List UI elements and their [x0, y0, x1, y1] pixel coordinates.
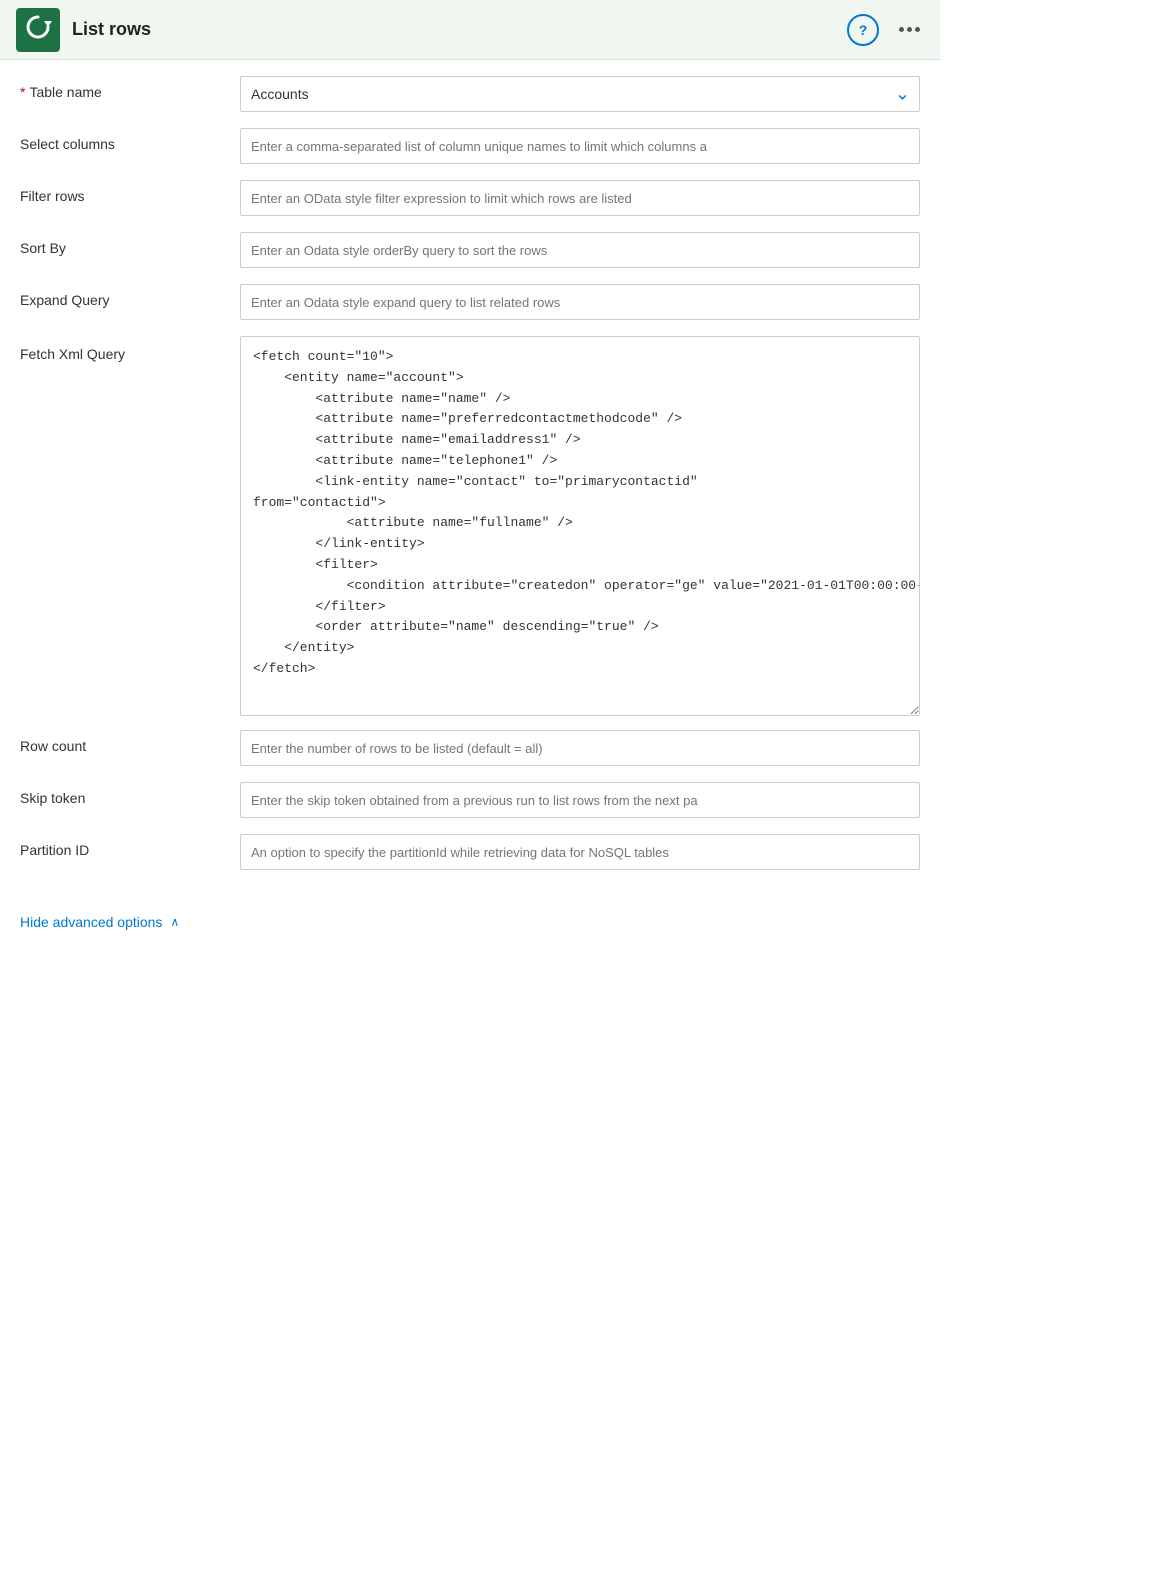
- fetch-xml-textarea[interactable]: <fetch count="10"> <entity name="account…: [240, 336, 920, 716]
- dot3: [915, 27, 920, 32]
- sort-by-row: Sort By: [20, 232, 920, 270]
- dot1: [899, 27, 904, 32]
- header: List rows ?: [0, 0, 940, 60]
- app-logo: [16, 8, 60, 52]
- skip-token-input[interactable]: [240, 782, 920, 818]
- header-right: ?: [847, 14, 924, 46]
- table-name-select-wrapper: Accounts ⌄: [240, 76, 920, 112]
- fetch-xml-row: Fetch Xml Query <fetch count="10"> <enti…: [20, 336, 920, 716]
- partition-id-label: Partition ID: [20, 834, 240, 858]
- table-name-label: *Table name: [20, 76, 240, 100]
- select-columns-label: Select columns: [20, 128, 240, 152]
- row-count-row: Row count: [20, 730, 920, 768]
- logo-icon: [24, 13, 52, 47]
- table-name-select[interactable]: Accounts: [240, 76, 920, 112]
- filter-rows-input[interactable]: [240, 180, 920, 216]
- row-count-label: Row count: [20, 730, 240, 754]
- footer: Hide advanced options ∧: [0, 902, 940, 950]
- help-button[interactable]: ?: [847, 14, 879, 46]
- table-name-row: *Table name Accounts ⌄: [20, 76, 920, 114]
- select-columns-input[interactable]: [240, 128, 920, 164]
- form-body: *Table name Accounts ⌄ Select columns Fi…: [0, 60, 940, 902]
- expand-query-input[interactable]: [240, 284, 920, 320]
- filter-rows-label: Filter rows: [20, 180, 240, 204]
- row-count-input[interactable]: [240, 730, 920, 766]
- filter-rows-row: Filter rows: [20, 180, 920, 218]
- expand-query-row: Expand Query: [20, 284, 920, 322]
- select-columns-row: Select columns: [20, 128, 920, 166]
- hide-advanced-label: Hide advanced options: [20, 914, 162, 930]
- partition-id-row: Partition ID: [20, 834, 920, 872]
- page-title: List rows: [72, 19, 151, 40]
- fetch-xml-label: Fetch Xml Query: [20, 336, 240, 362]
- caret-up-icon: ∧: [170, 915, 179, 929]
- header-left: List rows: [16, 8, 151, 52]
- required-star: *: [20, 84, 25, 100]
- hide-advanced-options-link[interactable]: Hide advanced options: [20, 914, 162, 930]
- expand-query-label: Expand Query: [20, 284, 240, 308]
- more-options-button[interactable]: [895, 23, 924, 36]
- sort-by-label: Sort By: [20, 232, 240, 256]
- partition-id-input[interactable]: [240, 834, 920, 870]
- dot2: [907, 27, 912, 32]
- skip-token-label: Skip token: [20, 782, 240, 806]
- skip-token-row: Skip token: [20, 782, 920, 820]
- sort-by-input[interactable]: [240, 232, 920, 268]
